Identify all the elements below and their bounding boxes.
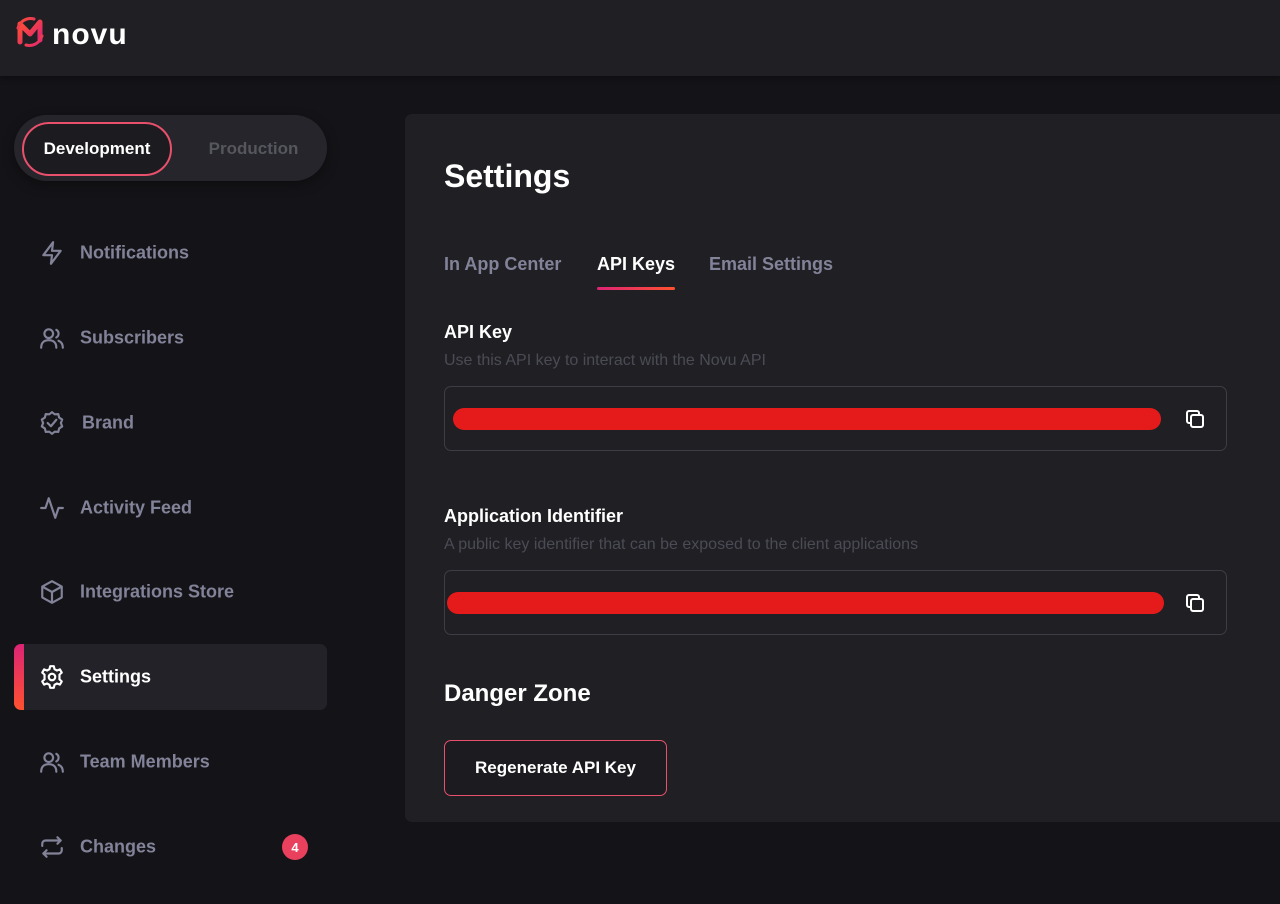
sidebar-item-label: Activity Feed (80, 497, 193, 518)
sidebar-item-integrations-store[interactable]: Integrations Store (14, 559, 327, 625)
badge-check-icon (39, 410, 65, 436)
sidebar-item-subscribers[interactable]: Subscribers (14, 305, 327, 371)
api-key-field[interactable] (444, 386, 1227, 451)
tab-in-app-center[interactable]: In App Center (444, 254, 561, 275)
sidebar-item-label: Integrations Store (80, 581, 235, 602)
novu-logo[interactable]: novu (12, 14, 128, 55)
settings-card: Settings In App Center API Keys Email Se… (405, 114, 1280, 822)
copy-icon[interactable] (1182, 406, 1208, 432)
sidebar-item-label: Brand (82, 412, 135, 433)
application-identifier-description: A public key identifier that can be expo… (444, 536, 919, 553)
repeat-icon (39, 834, 65, 860)
users-icon (39, 325, 65, 351)
bolt-icon (39, 240, 65, 266)
page-title: Settings (444, 158, 571, 194)
sidebar-item-changes[interactable]: Changes 4 (14, 814, 327, 880)
sidebar-item-label: Team Members (80, 751, 210, 772)
api-key-description: Use this API key to interact with the No… (444, 352, 766, 369)
sidebar-item-brand[interactable]: Brand (14, 390, 327, 456)
sidebar-item-label: Changes (80, 836, 157, 857)
env-development-button[interactable]: Development (22, 122, 172, 176)
top-bar: novu (0, 0, 1280, 76)
application-identifier-label: Application Identifier (444, 506, 624, 526)
tab-api-keys[interactable]: API Keys (597, 254, 676, 290)
copy-icon[interactable] (1182, 590, 1208, 616)
environment-switch: Development Production (14, 115, 327, 181)
sidebar-item-label: Notifications (80, 242, 190, 263)
users-icon (39, 749, 65, 775)
sidebar-item-label: Subscribers (80, 327, 185, 348)
activity-icon (39, 495, 65, 521)
active-tab-underline (597, 287, 676, 290)
logo-text: novu (52, 17, 128, 51)
novu-logo-icon (12, 14, 48, 55)
gear-icon (39, 664, 65, 690)
api-key-label: API Key (444, 322, 513, 342)
env-production-button[interactable]: Production (186, 122, 321, 176)
tab-label: API Keys (597, 254, 676, 274)
application-identifier-field[interactable] (444, 570, 1227, 635)
sidebar-item-activity-feed[interactable]: Activity Feed (14, 475, 327, 541)
changes-count-badge: 4 (282, 834, 308, 860)
danger-zone-title: Danger Zone (444, 680, 591, 707)
sidebar-item-team-members[interactable]: Team Members (14, 729, 327, 795)
tab-email-settings[interactable]: Email Settings (709, 254, 833, 275)
sidebar-item-label: Settings (80, 666, 152, 687)
sidebar-item-settings[interactable]: Settings (14, 644, 327, 710)
box-icon (39, 579, 65, 605)
regenerate-api-key-button[interactable]: Regenerate API Key (444, 740, 667, 796)
api-key-value-redacted (453, 407, 1161, 430)
application-identifier-value-redacted (447, 591, 1164, 614)
sidebar-item-notifications[interactable]: Notifications (14, 220, 327, 286)
